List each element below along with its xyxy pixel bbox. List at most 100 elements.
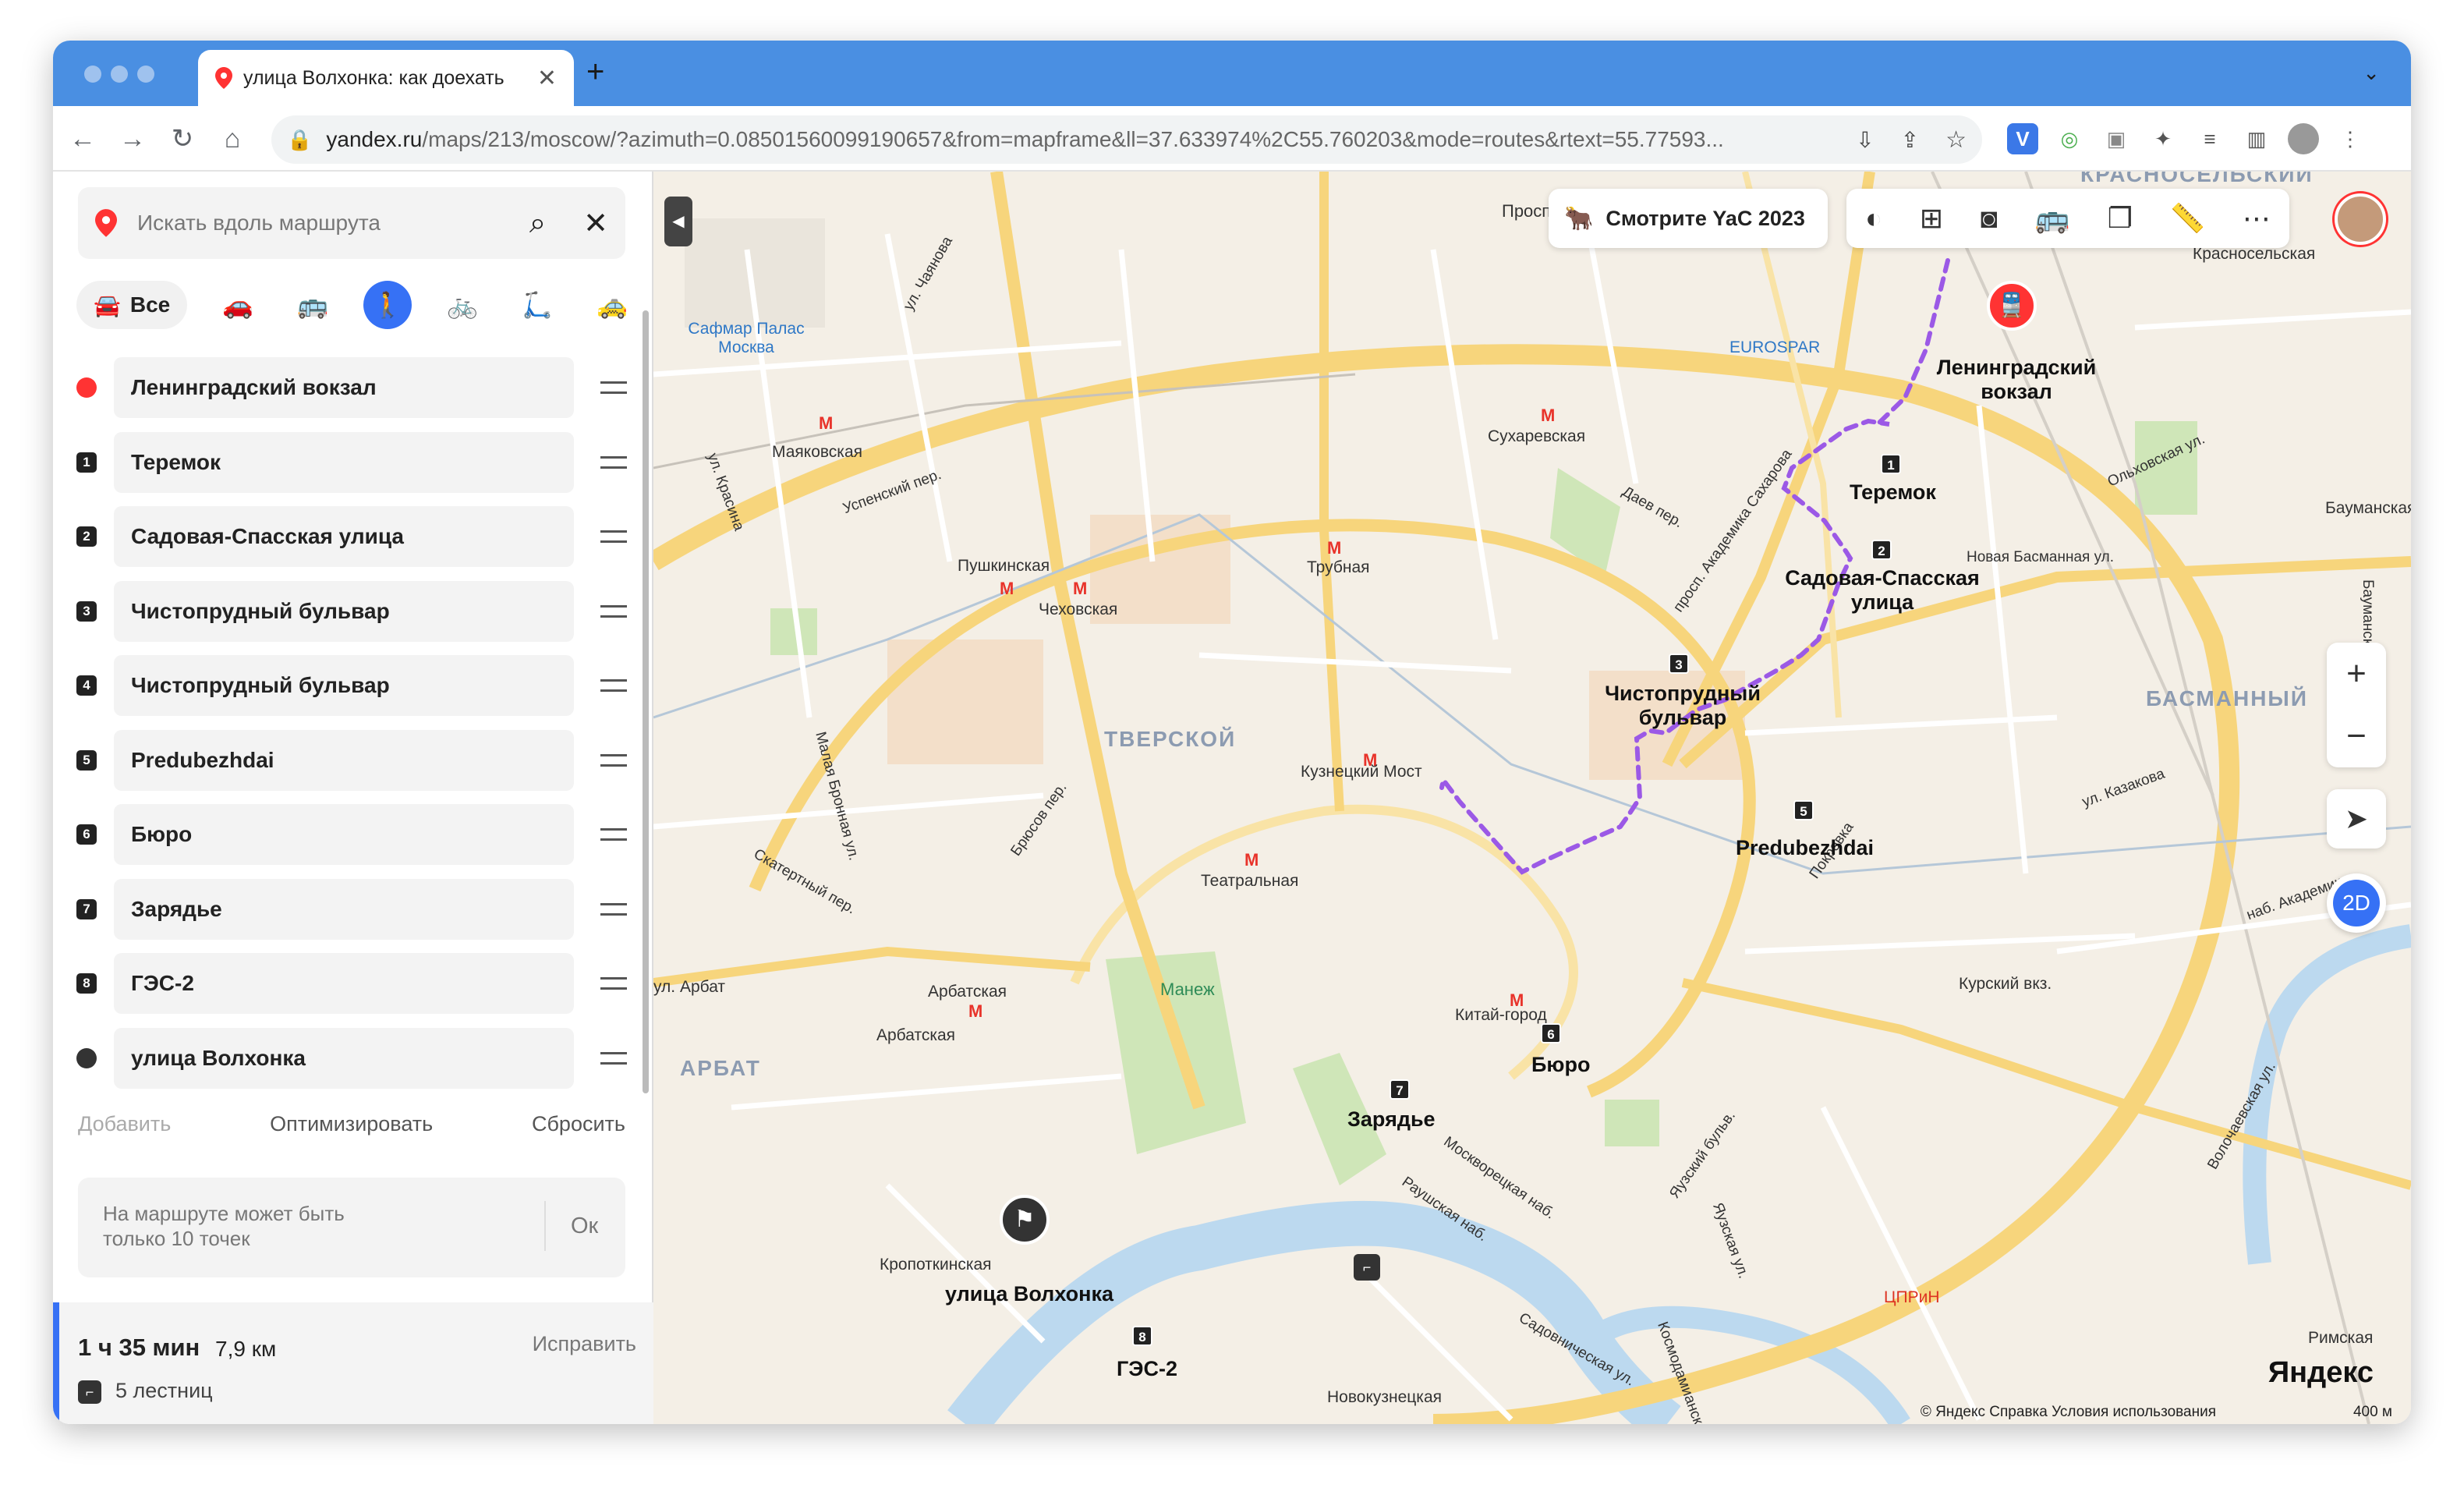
drag-handle-icon[interactable] — [600, 902, 627, 916]
mode-transit-icon[interactable]: 🚌 — [289, 281, 337, 329]
route-point-row[interactable]: 5 Predubezhdai — [76, 728, 639, 792]
home-icon[interactable]: ⌂ — [215, 122, 250, 156]
install-icon[interactable]: ⇩ — [1856, 127, 1874, 153]
map-copyright[interactable]: © Яндекс Справка Условия использования — [1921, 1404, 2216, 1421]
route-point-input[interactable]: Чистопрудный бульвар — [114, 655, 574, 716]
route-point-row[interactable]: 8 ГЭС-2 — [76, 951, 639, 1015]
metro-label[interactable]: Пушкинская — [958, 557, 1050, 576]
metro-label[interactable]: Римская — [2308, 1329, 2373, 1348]
drag-handle-icon[interactable] — [600, 977, 627, 990]
side-panel-icon[interactable]: ▥ — [2241, 123, 2272, 154]
finish-flag-icon[interactable]: ⚑ — [1000, 1195, 1050, 1245]
reading-list-icon[interactable]: ≡ — [2194, 123, 2225, 154]
panorama-icon[interactable]: ⊞ — [1920, 202, 1943, 235]
start-label[interactable]: Ленинградский вокзал — [1923, 356, 2110, 404]
close-window-button[interactable] — [84, 66, 101, 83]
add-point-button[interactable]: Добавить — [78, 1112, 171, 1136]
mode-all-button[interactable]: 🚘 Все — [76, 281, 188, 329]
metro-label[interactable]: Кузнецкий Мост — [1301, 763, 1422, 781]
url-text[interactable]: yandex.ru/maps/213/moscow/?azimuth=0.085… — [326, 127, 1840, 152]
route-point-row[interactable]: улица Волхонка — [76, 1026, 639, 1090]
route-search-box[interactable]: Искать вдоль маршрута ⌕ ✕ — [78, 187, 625, 259]
extensions-puzzle-icon[interactable]: ✦ — [2147, 123, 2179, 154]
user-avatar[interactable] — [2335, 193, 2386, 245]
waypoint-marker[interactable]: 3 — [1669, 654, 1689, 674]
drag-handle-icon[interactable] — [600, 455, 627, 469]
route-summary-card[interactable]: 1 ч 35 мин 7,9 км Исправить ⌐ 5 лестниц — [53, 1302, 653, 1424]
camera-icon[interactable]: ◙ — [1981, 202, 1998, 235]
route-search-input[interactable]: Искать вдоль маршрута — [137, 211, 529, 236]
metro-label[interactable]: Чеховская — [1039, 601, 1117, 619]
waypoint-marker[interactable]: 7 — [1390, 1079, 1410, 1100]
route-point-input[interactable]: Теремок — [114, 431, 574, 493]
transit-layer-icon[interactable]: 🚌 — [2035, 202, 2070, 235]
zoom-out-icon[interactable]: − — [2346, 717, 2367, 756]
waypoint-marker[interactable]: 2 — [1871, 540, 1892, 560]
waypoint-label[interactable]: Чистопрудный бульвар — [1589, 682, 1776, 730]
metro-label[interactable]: Театральная — [1201, 872, 1298, 891]
route-point-row[interactable]: Ленинградский вокзал — [76, 356, 639, 420]
menu-kebab-icon[interactable]: ⋮ — [2335, 123, 2366, 154]
metro-label[interactable]: Бауманская — [2325, 499, 2411, 518]
drag-handle-icon[interactable] — [600, 1051, 627, 1065]
collapse-panel-button[interactable]: ◀ — [664, 197, 692, 246]
more-icon[interactable]: ⋯ — [2243, 202, 2271, 235]
search-icon[interactable]: ⌕ — [529, 207, 546, 240]
route-point-row[interactable]: 2 Садовая-Спасская улица — [76, 505, 639, 569]
waypoint-marker[interactable]: 1 — [1881, 454, 1901, 474]
waypoint-label[interactable]: ГЭС-2 — [1117, 1357, 1177, 1381]
route-point-row[interactable]: 6 Бюро — [76, 802, 639, 866]
browser-tab-active[interactable]: улица Волхонка: как доехать ✕ — [198, 50, 574, 106]
route-point-input[interactable]: Бюро — [114, 804, 574, 865]
zoom-in-icon[interactable]: + — [2346, 654, 2367, 693]
drag-handle-icon[interactable] — [600, 530, 627, 543]
panel-scrollbar[interactable] — [643, 310, 649, 1093]
new-tab-button[interactable]: + — [586, 55, 604, 90]
waypoint-label[interactable]: Теремок — [1850, 480, 1936, 505]
route-point-row[interactable]: 3 Чистопрудный бульвар — [76, 579, 639, 643]
route-point-input[interactable]: Зарядье — [114, 878, 574, 940]
waypoint-label[interactable]: Бюро — [1531, 1053, 1590, 1077]
waypoint-label[interactable]: Зарядье — [1347, 1107, 1436, 1132]
route-point-input[interactable]: Predubezhdai — [114, 729, 574, 791]
optimize-button[interactable]: Оптимизировать — [270, 1112, 433, 1136]
waypoint-marker[interactable]: 8 — [1132, 1326, 1152, 1346]
waypoint-marker[interactable]: 5 — [1793, 800, 1814, 820]
route-point-row[interactable]: 1 Теремок — [76, 430, 639, 494]
waypoint-label[interactable]: Predubezhdai — [1736, 836, 1874, 860]
route-point-input[interactable]: улица Волхонка — [114, 1027, 574, 1089]
route-point-input[interactable]: Садовая-Спасская улица — [114, 506, 574, 567]
waypoint-label[interactable]: Садовая-Спасская улица — [1781, 566, 1984, 615]
metro-label[interactable]: Арбатская — [928, 983, 1007, 1001]
reset-button[interactable]: Сбросить — [532, 1112, 625, 1136]
forward-icon[interactable]: → — [115, 122, 150, 156]
fix-button[interactable]: Исправить — [533, 1332, 636, 1356]
route-point-input[interactable]: Ленинградский вокзал — [114, 357, 574, 418]
drag-handle-icon[interactable] — [600, 604, 627, 618]
metro-label[interactable]: Трубная — [1307, 558, 1370, 577]
metro-label[interactable]: Китай-город — [1455, 1006, 1547, 1025]
minimize-window-button[interactable] — [111, 66, 128, 83]
poi-label[interactable]: EUROSPAR — [1729, 338, 1820, 357]
back-icon[interactable]: ← — [65, 122, 100, 156]
reload-icon[interactable]: ↻ — [165, 122, 200, 156]
close-icon[interactable]: ✕ — [583, 206, 608, 241]
drag-handle-icon[interactable] — [600, 381, 627, 394]
extension-circle-icon[interactable]: ◎ — [2054, 123, 2085, 154]
profile-avatar[interactable] — [2288, 123, 2319, 154]
traffic-layer-icon[interactable]: ◐ — [1865, 202, 1882, 235]
waypoint-marker[interactable]: 6 — [1541, 1023, 1561, 1043]
drag-handle-icon[interactable] — [600, 828, 627, 841]
address-bar[interactable]: 🔒 yandex.ru/maps/213/moscow/?azimuth=0.0… — [271, 115, 1982, 164]
metro-label[interactable]: Маяковская — [772, 443, 862, 462]
drag-handle-icon[interactable] — [600, 753, 627, 767]
locate-me-icon[interactable]: ➤ — [2327, 789, 2386, 849]
route-point-row[interactable]: 7 Зарядье — [76, 877, 639, 941]
metro-label[interactable]: Кропоткинская — [880, 1256, 992, 1274]
poi-label[interactable]: Манеж — [1160, 980, 1215, 1000]
metro-label[interactable]: Арбатская — [876, 1026, 955, 1045]
map-canvas[interactable]: ◀ ТВЕРСКОЙ БАСМАННЫЙ АРБАТ КРАСНОСЕЛЬСКИ… — [653, 172, 2411, 1424]
view-mode-button[interactable]: 2D — [2327, 873, 2386, 933]
tab-search-chevron-icon[interactable]: ⌄ — [2363, 61, 2380, 85]
ruler-icon[interactable]: 📏 — [2170, 202, 2205, 235]
